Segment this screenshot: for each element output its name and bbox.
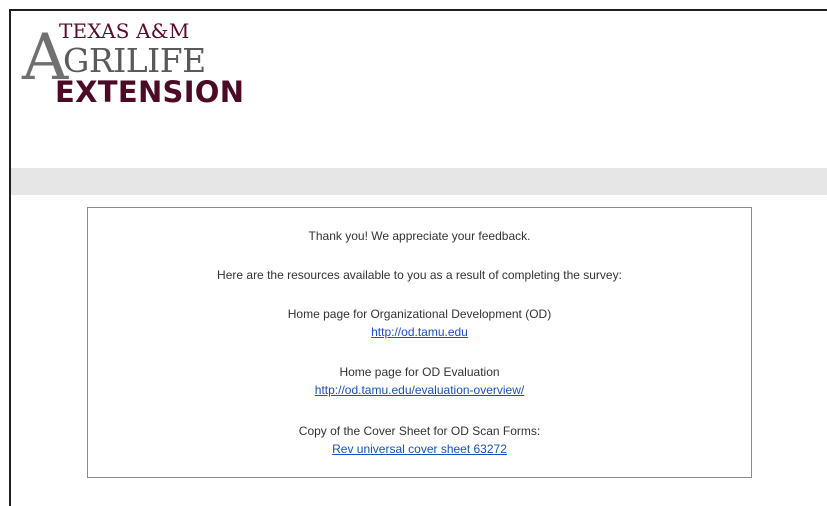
agrilife-extension-logo[interactable]: A TEXAS A&M GRILIFE EXTENSION bbox=[22, 20, 262, 115]
od-home-link[interactable]: http://od.tamu.edu bbox=[371, 325, 468, 339]
cover-sheet-link[interactable]: Rev universal cover sheet 63272 bbox=[332, 442, 507, 456]
resource-link-row-od-evaluation: http://od.tamu.edu/evaluation-overview/ bbox=[88, 383, 751, 398]
resource-link-row-od-home: http://od.tamu.edu bbox=[88, 325, 751, 340]
resources-intro: Here are the resources available to you … bbox=[217, 268, 622, 282]
header-divider-band bbox=[11, 168, 827, 195]
logo-line-extension: EXTENSION bbox=[55, 75, 245, 109]
logo-line-texas-am: TEXAS A&M bbox=[59, 19, 190, 43]
resource-label-od-evaluation: Home page for OD Evaluation bbox=[339, 365, 500, 379]
resource-label-od-home: Home page for Organizational Development… bbox=[287, 307, 552, 321]
resource-label-cover-sheet: Copy of the Cover Sheet for OD Scan Form… bbox=[298, 424, 541, 438]
thank-you-message: Thank you! We appreciate your feedback. bbox=[308, 229, 531, 243]
resource-link-row-cover-sheet: Rev universal cover sheet 63272 bbox=[88, 442, 751, 457]
od-evaluation-link[interactable]: http://od.tamu.edu/evaluation-overview/ bbox=[315, 383, 524, 397]
thank-you-panel: Thank you! We appreciate your feedback. … bbox=[87, 207, 752, 478]
